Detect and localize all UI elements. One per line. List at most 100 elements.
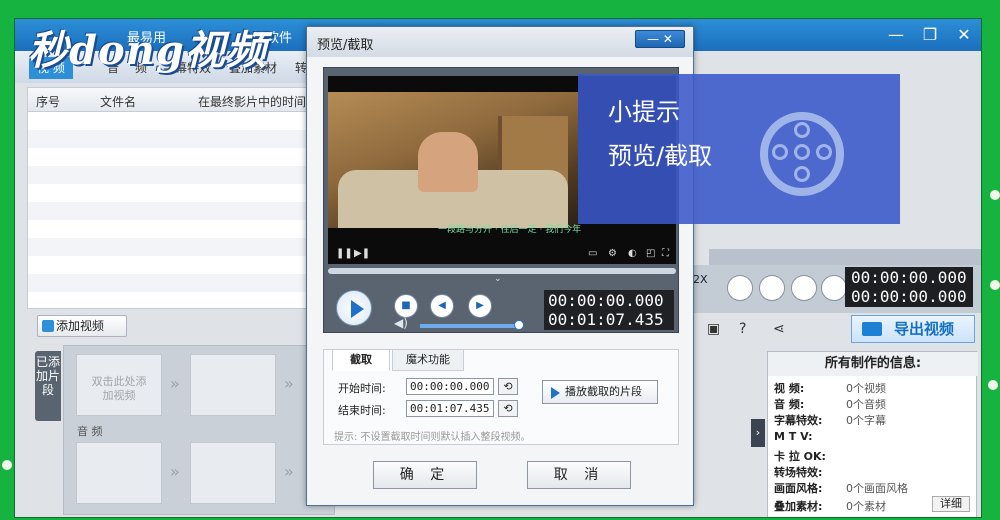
timeline-track: 双击此处添加视频 » » » »	[63, 345, 335, 515]
column-header[interactable]: 文件名	[100, 93, 136, 110]
expand-arrow-icon[interactable]: ›	[751, 419, 765, 447]
next-frame-button[interactable]: ▶	[468, 294, 492, 318]
start-time-label: 开始时间:	[338, 382, 386, 395]
pause-icon[interactable]: ❚❚	[336, 248, 353, 259]
list-row	[28, 166, 323, 184]
cancel-button[interactable]: 取 消	[527, 461, 631, 489]
video-subtitle: 一段路与分开 · 往后一走 · 我们今年	[438, 225, 582, 235]
double-arrow-icon: »	[284, 374, 294, 393]
next-frame-button[interactable]	[821, 275, 847, 301]
brand-logo: 秒dong视频	[28, 27, 267, 74]
fullscreen-icon[interactable]: ⛶	[662, 248, 669, 259]
double-arrow-icon: »	[284, 462, 294, 481]
film-reel-icon	[760, 112, 844, 196]
tab-trim[interactable]: 截取	[332, 349, 390, 371]
play-icon	[551, 387, 560, 399]
set-end-clock-icon[interactable]: ⟲	[498, 400, 518, 417]
current-time: 00:00:00.000	[851, 268, 967, 287]
minimize-button[interactable]: —	[883, 23, 909, 47]
info-title: 所有制作的信息:	[768, 352, 978, 376]
file-list-header: 序号 文件名 在最终影片中的时间	[28, 88, 323, 112]
list-row	[28, 238, 323, 256]
pip-icon[interactable]: ◰	[646, 248, 655, 259]
list-row	[28, 130, 323, 148]
volume-icon[interactable]: ◐	[628, 248, 637, 259]
video-frame	[328, 92, 578, 228]
detail-button[interactable]: 详细	[932, 496, 970, 512]
dialog-timecode: 00:00:00.000 00:01:07.435	[544, 290, 674, 330]
list-row	[28, 202, 323, 220]
embedded-video-controls: ❚❚ ▶❚ ▭ ⚙ ◐ ◰ ⛶	[328, 244, 676, 264]
volume-slider[interactable]	[420, 324, 520, 328]
dialog-window-controls[interactable]: — ✕	[635, 30, 685, 48]
end-time-field[interactable]: 00:01:07.435	[406, 400, 494, 417]
tab-magic[interactable]: 魔术功能	[392, 349, 464, 371]
file-list: 序号 文件名 在最终影片中的时间	[27, 87, 323, 309]
save-icon[interactable]: ▣	[707, 321, 720, 337]
export-video-button[interactable]: 导出视频	[851, 315, 975, 343]
volume-knob[interactable]	[514, 320, 524, 330]
tip-heading: 小提示	[608, 98, 680, 126]
volume-icon: ◀)	[394, 316, 408, 330]
decor-dot	[990, 280, 1000, 290]
prev-frame-button[interactable]	[791, 275, 817, 301]
quality-icon[interactable]: ▭	[588, 248, 597, 259]
close-button[interactable]: ✕	[951, 23, 977, 47]
reel-hole	[794, 144, 810, 160]
reel-hole	[794, 166, 810, 182]
settings-icon[interactable]: ⚙	[608, 248, 617, 259]
tip-subheading: 预览/截取	[608, 142, 713, 170]
video-slot[interactable]: 双击此处添加视频	[76, 354, 162, 416]
prev-frame-button[interactable]: ◀	[430, 294, 454, 318]
decor-dot	[990, 190, 1000, 200]
slot-hint: 双击此处添加视频	[91, 375, 147, 402]
end-time-label: 结束时间:	[338, 404, 386, 417]
export-icon	[862, 322, 882, 336]
maximize-button[interactable]: ❐	[917, 23, 943, 47]
play-segment-button[interactable]: 播放截取的片段	[542, 380, 658, 404]
start-time-field[interactable]: 00:00:00.000	[406, 378, 494, 395]
production-info-panel: 所有制作的信息: 视 频: 0个视频 音 频: 0个音频 字幕特效: 0个字幕 M T…	[767, 351, 978, 517]
play-icon	[351, 300, 364, 318]
column-header[interactable]: 在最终影片中的时间	[198, 93, 306, 110]
help-icon[interactable]: ?	[739, 321, 746, 337]
trim-hint: 提示: 不设置截取时间则默认插入整段视频。	[334, 432, 531, 443]
play-button[interactable]	[727, 275, 753, 301]
add-video-icon	[42, 320, 54, 332]
audio-slot[interactable]	[76, 442, 162, 504]
stop-button[interactable]	[759, 275, 785, 301]
main-timecode: 00:00:00.000 00:00:00.000	[845, 267, 973, 307]
column-header[interactable]: 序号	[36, 93, 60, 110]
speed-label[interactable]: 2X	[693, 273, 708, 286]
chevron-down-icon[interactable]: ⌄	[494, 274, 502, 284]
set-start-clock-icon[interactable]: ⟲	[498, 378, 518, 395]
frame-person	[418, 132, 478, 192]
dialog-titlebar: 预览/截取 — ✕	[307, 27, 693, 57]
list-row	[28, 274, 323, 292]
play-button[interactable]	[336, 290, 372, 326]
confirm-button[interactable]: 确 定	[373, 461, 477, 489]
audio-track-label: 音 频	[77, 425, 103, 438]
double-arrow-icon: »	[170, 374, 180, 393]
double-arrow-icon: »	[170, 462, 180, 481]
share-icon[interactable]: ⋖	[773, 321, 785, 337]
total-time: 00:00:00.000	[851, 287, 967, 306]
decor-dot	[988, 380, 998, 390]
add-video-button[interactable]: 添加视频	[37, 315, 127, 337]
audio-slot[interactable]	[190, 442, 276, 504]
total-time: 00:01:07.435	[548, 310, 664, 329]
play-segment-label: 播放截取的片段	[565, 385, 642, 398]
decor-dot	[2, 460, 12, 470]
next-icon[interactable]: ▶❚	[354, 248, 370, 259]
tip-overlay: 小提示 预览/截取	[578, 74, 900, 224]
reel-hole	[816, 144, 832, 160]
video-slot[interactable]	[190, 354, 276, 416]
reel-hole	[772, 144, 788, 160]
added-clips-tab[interactable]: 已添加片段	[35, 351, 61, 421]
add-video-label: 添加视频	[56, 319, 105, 333]
dialog-title: 预览/截取	[317, 38, 374, 53]
stop-button[interactable]: ■	[394, 294, 418, 318]
dialog-progress-bar[interactable]	[328, 268, 676, 274]
trim-panel: 截取 魔术功能 开始时间: 00:00:00.000 ⟲ 结束时间: 00:01…	[323, 349, 679, 445]
current-time: 00:00:00.000	[548, 291, 664, 310]
